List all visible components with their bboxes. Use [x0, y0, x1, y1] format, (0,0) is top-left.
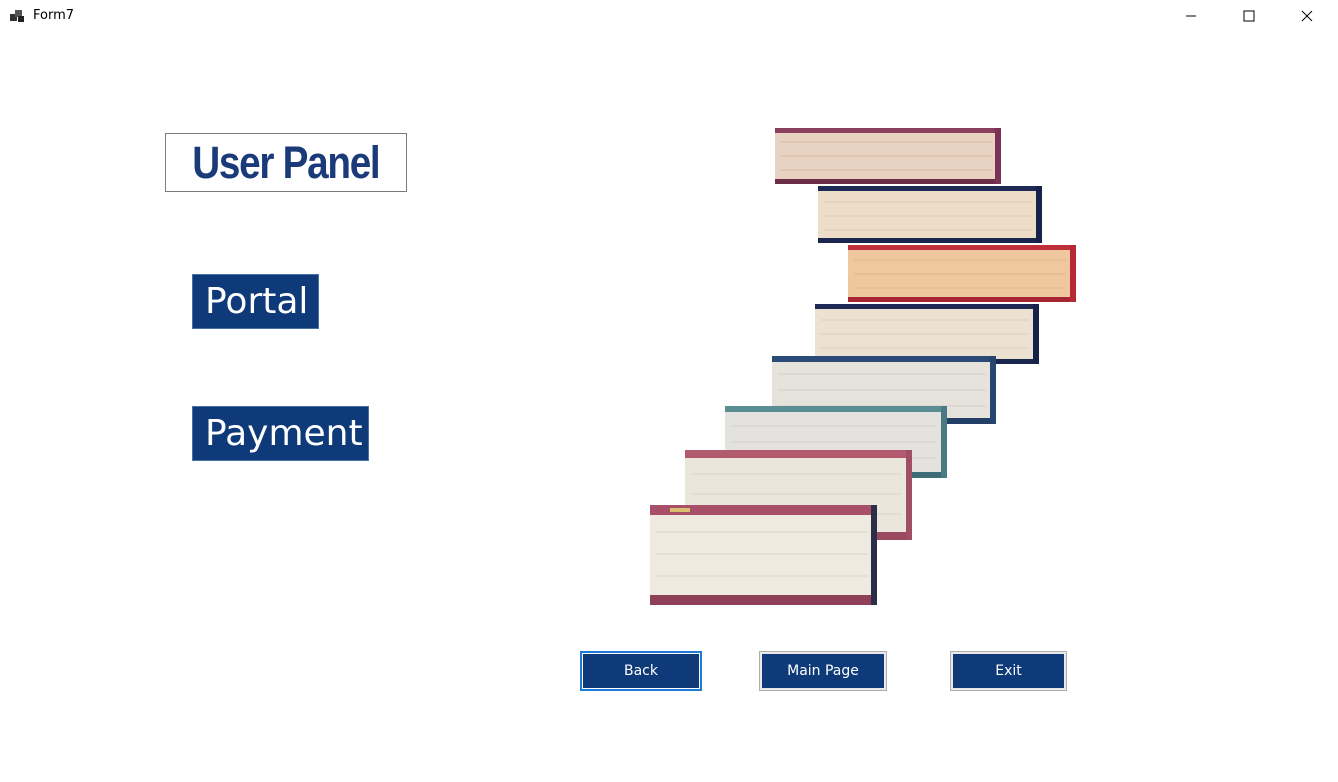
portal-button[interactable]: Portal [192, 274, 319, 329]
window-title: Form7 [33, 8, 75, 23]
stack-of-books-image [650, 128, 1076, 605]
app-icon [10, 10, 24, 22]
payment-button[interactable]: Payment [192, 406, 369, 461]
close-icon [1301, 10, 1313, 22]
main-page-button-label: Main Page [762, 654, 884, 688]
minimize-icon [1186, 15, 1196, 17]
minimize-button[interactable] [1162, 0, 1220, 32]
back-button-label: Back [583, 654, 699, 688]
exit-button[interactable]: Exit [950, 651, 1067, 691]
main-page-button[interactable]: Main Page [759, 651, 887, 691]
close-button[interactable] [1278, 0, 1336, 32]
maximize-icon [1243, 10, 1255, 22]
back-button[interactable]: Back [580, 651, 702, 691]
maximize-button[interactable] [1220, 0, 1278, 32]
page-title-box: User Panel [165, 133, 407, 192]
page-title: User Panel [192, 137, 380, 188]
exit-button-label: Exit [953, 654, 1064, 688]
title-bar: Form7 [0, 0, 1338, 32]
